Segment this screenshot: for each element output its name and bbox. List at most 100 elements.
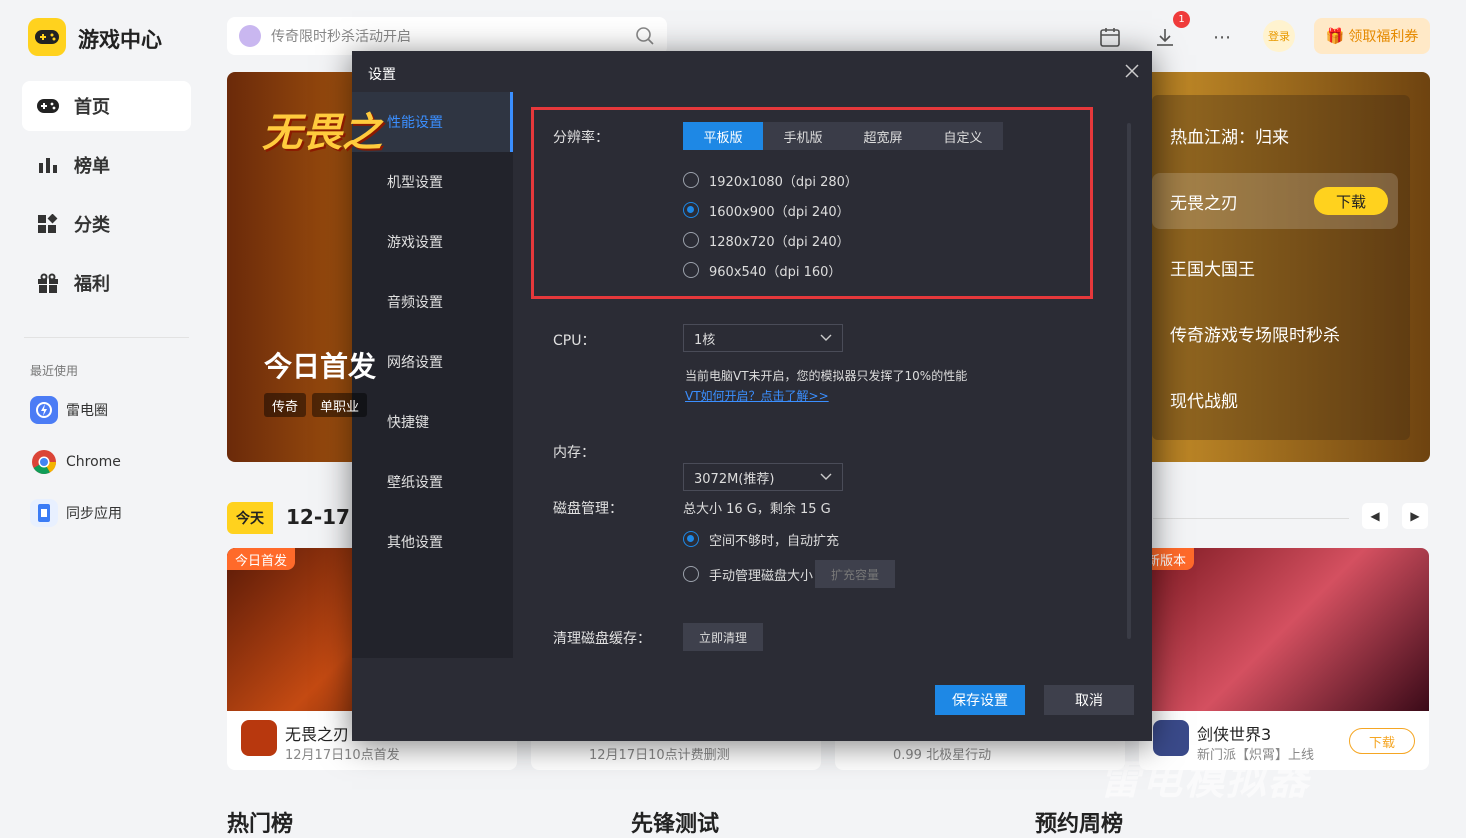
settings-tab-network[interactable]: 网络设置 xyxy=(352,332,513,392)
chevron-down-icon xyxy=(820,473,832,480)
settings-scrollbar[interactable] xyxy=(1127,123,1131,639)
card-subtitle: 12月17日10点计费删测 xyxy=(589,748,730,763)
search-input[interactable]: 传奇限时秒杀活动开启 xyxy=(271,26,411,46)
nav-home-label: 首页 xyxy=(74,97,110,118)
recent-item-label: Chrome xyxy=(66,454,121,470)
search-bar[interactable]: 传奇限时秒杀活动开启 xyxy=(227,17,667,55)
section-hot-rank: 热门榜 xyxy=(227,812,294,837)
radio-icon xyxy=(683,566,699,582)
banner-title: 今日首发 xyxy=(264,350,377,383)
resolution-highlight-box xyxy=(531,107,1093,299)
dialog-footer xyxy=(352,658,1152,741)
chrome-icon xyxy=(30,448,58,476)
nav-rank-label: 榜单 xyxy=(74,156,110,177)
cpu-select[interactable]: 1核 xyxy=(683,324,843,352)
settings-tab-audio[interactable]: 音频设置 xyxy=(352,272,513,332)
card-image xyxy=(1139,548,1429,711)
settings-tab-wallpaper[interactable]: 壁纸设置 xyxy=(352,452,513,512)
nav-category-label: 分类 xyxy=(74,215,110,236)
section-reserve-rank: 预约周榜 xyxy=(1035,812,1124,837)
nav-rank[interactable]: 榜单 xyxy=(22,140,191,190)
card-download-button[interactable]: 下载 xyxy=(1349,728,1415,754)
recent-item-label: 雷电圈 xyxy=(66,403,108,419)
more-icon[interactable]: ⋯ xyxy=(1210,25,1234,49)
radio-checked-icon xyxy=(683,531,699,547)
clear-now-button[interactable]: 立即清理 xyxy=(683,623,763,651)
dialog-title: 设置 xyxy=(368,67,396,83)
clear-cache-label: 清理磁盘缓存： xyxy=(553,631,651,647)
recent-item-leidian[interactable]: 雷电圈 xyxy=(30,395,108,425)
settings-tab-other[interactable]: 其他设置 xyxy=(352,512,513,572)
nav-home[interactable]: 首页 xyxy=(22,81,191,131)
card-badge: 今日首发 xyxy=(227,548,296,570)
save-settings-button[interactable]: 保存设置 xyxy=(935,685,1025,715)
card-subtitle: 0.99 北极星行动 xyxy=(893,748,992,763)
disk-auto-option[interactable]: 空间不够时，自动扩充 xyxy=(683,529,839,549)
banner-list-item[interactable]: 无畏之刃 下载 xyxy=(1152,173,1398,229)
category-icon xyxy=(38,214,58,233)
disk-label: 磁盘管理： xyxy=(553,501,623,517)
card-title: 无畏之刃 xyxy=(285,725,350,744)
rank-icon xyxy=(39,158,57,173)
card-game-icon xyxy=(241,720,277,756)
vt-help-link[interactable]: VT如何开启？点击了解>> xyxy=(685,387,829,404)
banner-list-label: 热血江湖：归来 xyxy=(1170,127,1289,148)
nav-welfare[interactable]: 福利 xyxy=(22,258,191,308)
calendar-icon[interactable] xyxy=(1098,25,1122,49)
download-badge: 1 xyxy=(1173,11,1190,28)
banner-list-label: 王国大国王 xyxy=(1170,259,1255,280)
banner-tag: 传奇 xyxy=(264,393,307,417)
banner-tag: 单职业 xyxy=(312,393,368,417)
memory-label: 内存： xyxy=(553,445,595,461)
app-title: 游戏中心 xyxy=(78,28,162,52)
coupon-icon: 🎁 xyxy=(1325,27,1345,45)
banner-list-item[interactable]: 王国大国王 xyxy=(1152,239,1398,295)
app-logo xyxy=(28,18,66,56)
search-icon[interactable] xyxy=(635,26,655,46)
disk-manual-label: 手动管理磁盘大小 xyxy=(709,568,814,584)
recent-item-chrome[interactable]: Chrome xyxy=(30,447,121,477)
settings-dialog: 设置 性能设置 机型设置 游戏设置 音频设置 网络设置 快捷键 壁纸设置 其他设… xyxy=(352,51,1152,741)
banner-list-label: 现代战舰 xyxy=(1170,391,1238,412)
chevron-down-icon xyxy=(820,334,832,341)
memory-select[interactable]: 3072M(推荐) xyxy=(683,463,843,491)
gamepad-logo-icon xyxy=(35,30,59,44)
gamepad-icon xyxy=(37,99,59,113)
gift-icon xyxy=(38,273,58,293)
next-arrow-button[interactable]: ▶ xyxy=(1402,503,1428,529)
card-title: 剑侠世界3 xyxy=(1197,725,1272,744)
settings-tab-hotkeys[interactable]: 快捷键 xyxy=(352,392,513,452)
expand-capacity-button[interactable]: 扩充容量 xyxy=(815,560,895,588)
sync-app-icon xyxy=(30,499,58,527)
banner-list-label: 无畏之刃 xyxy=(1170,193,1238,214)
banner-list-label: 传奇游戏专场限时秒杀 xyxy=(1170,325,1340,346)
welfare-coupon-button[interactable]: 🎁 领取福利券 xyxy=(1314,18,1430,54)
today-tag: 今天 xyxy=(227,502,273,534)
banner-download-button[interactable]: 下载 xyxy=(1314,187,1388,215)
memory-select-value: 3072M(推荐) xyxy=(694,471,775,487)
recent-item-label: 同步应用 xyxy=(66,506,122,522)
download-icon[interactable] xyxy=(1153,25,1177,49)
vt-warning: 当前电脑VT未开启，您的模拟器只发挥了10%的性能 xyxy=(685,369,968,383)
nav-welfare-label: 福利 xyxy=(74,274,110,295)
game-card[interactable]: 新版本 剑侠世界3 新门派【炽霄】上线 下载 xyxy=(1139,548,1429,770)
settings-tab-game[interactable]: 游戏设置 xyxy=(352,212,513,272)
cpu-label: CPU： xyxy=(553,333,596,349)
leidian-icon xyxy=(30,396,58,424)
banner-list-item[interactable]: 传奇游戏专场限时秒杀 xyxy=(1152,305,1398,361)
settings-tab-model[interactable]: 机型设置 xyxy=(352,152,513,212)
cancel-button[interactable]: 取消 xyxy=(1044,685,1134,715)
card-subtitle: 12月17日10点首发 xyxy=(285,748,400,763)
watermark: 雷电模拟器 xyxy=(1100,758,1310,804)
cpu-select-value: 1核 xyxy=(694,332,716,348)
disk-manual-option[interactable]: 手动管理磁盘大小 xyxy=(683,564,813,584)
nav-category[interactable]: 分类 xyxy=(22,199,191,249)
login-button[interactable]: 登录 xyxy=(1263,20,1295,52)
disk-auto-label: 空间不够时，自动扩充 xyxy=(709,533,840,549)
recent-item-sync[interactable]: 同步应用 xyxy=(30,498,122,528)
close-icon[interactable] xyxy=(1124,63,1140,79)
banner-list-item[interactable]: 热血江湖：归来 xyxy=(1152,107,1398,163)
prev-arrow-button[interactable]: ◀ xyxy=(1362,503,1388,529)
banner-list-item[interactable]: 现代战舰 xyxy=(1152,371,1398,427)
settings-sidebar: 性能设置 机型设置 游戏设置 音频设置 网络设置 快捷键 壁纸设置 其他设置 xyxy=(352,92,513,658)
